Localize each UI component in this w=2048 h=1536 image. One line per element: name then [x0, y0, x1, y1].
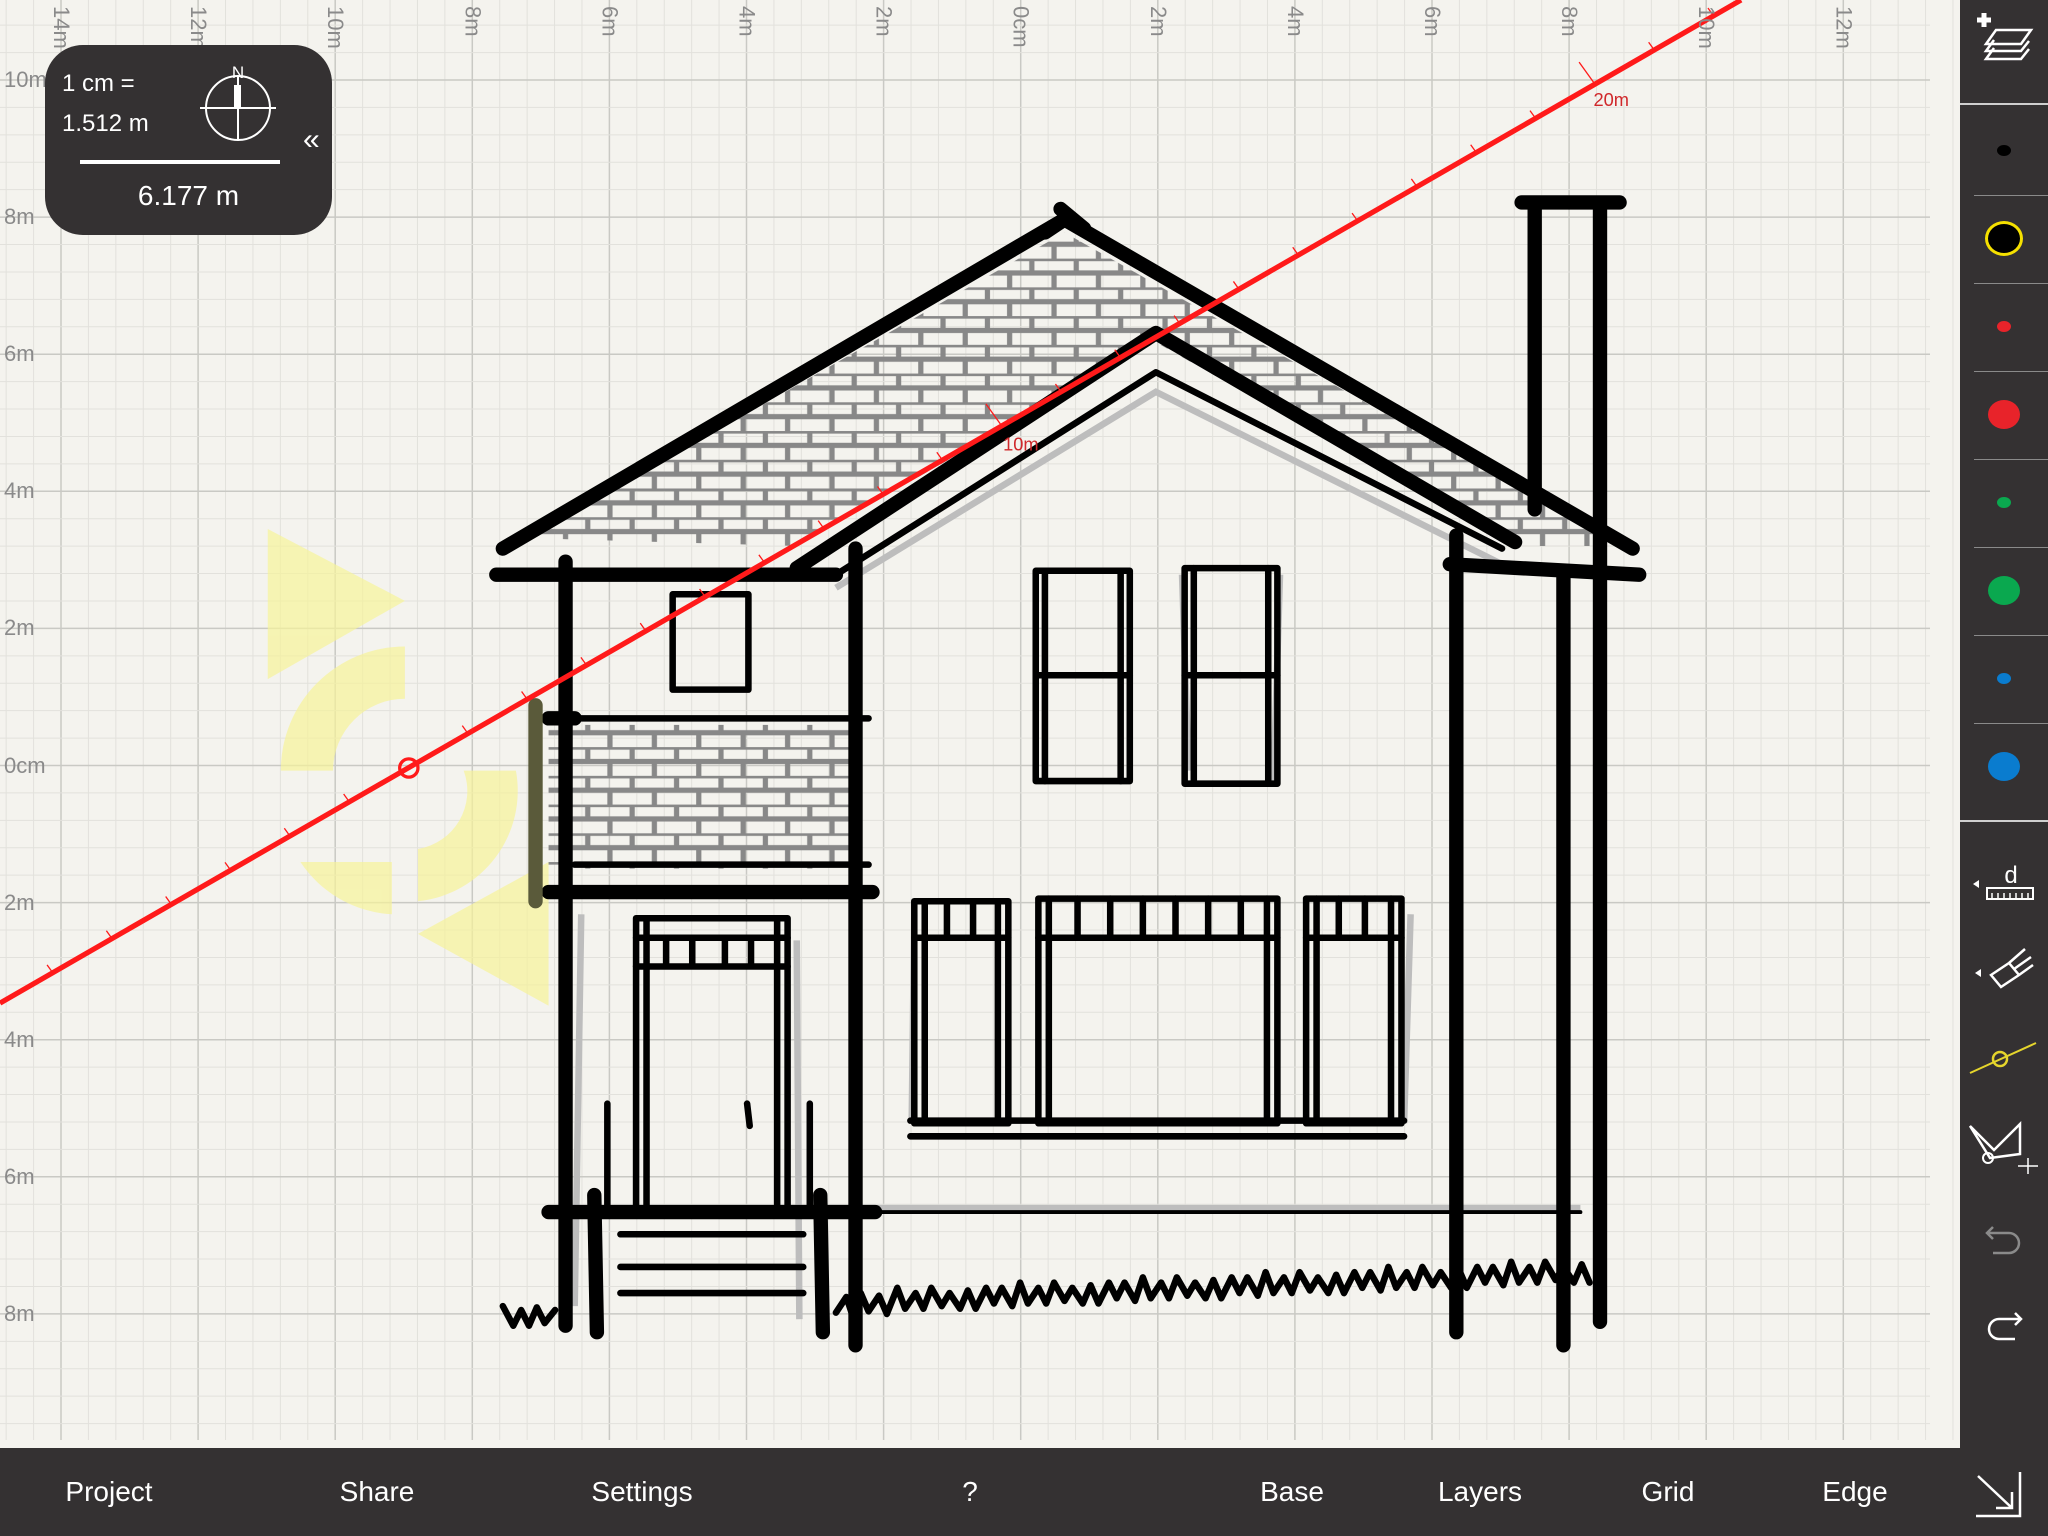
layers-button[interactable]: Layers — [1438, 1476, 1522, 1508]
ruler-top-label: 12m — [186, 6, 212, 49]
brush-small-6[interactable] — [1960, 643, 2048, 713]
toolbar-divider — [1974, 195, 2048, 196]
ruler-top-label: 4m — [734, 6, 760, 37]
eraser-tool-icon — [1975, 948, 2034, 989]
brush-color-swatch — [1988, 751, 2020, 781]
ruler-top-label: 8m — [1557, 6, 1583, 37]
ruler-left-label: 10m — [4, 67, 47, 92]
ruler-top-label: 4m — [1282, 6, 1308, 37]
resize-arrow-icon[interactable] — [1972, 1470, 2028, 1520]
toolbar-divider — [1974, 547, 2048, 548]
toolbar-divider — [1974, 371, 2048, 372]
undo-icon — [1985, 1226, 2021, 1255]
line-tool-button[interactable] — [1960, 1025, 2048, 1091]
toolbar-divider — [1974, 283, 2048, 284]
ruler-left-label: 2m — [4, 889, 35, 915]
ruler-top-label: 2m — [1145, 6, 1171, 37]
brush-large-1[interactable] — [1960, 203, 2048, 273]
ruler-top-label: 8m — [460, 6, 486, 37]
ruler-top-label: 12m — [1831, 6, 1857, 49]
measure-tick — [1578, 61, 1596, 85]
measure-label-10m: 10m — [1003, 434, 1039, 455]
measure-label-20m: 20m — [1593, 89, 1629, 110]
brush-small-0[interactable] — [1960, 115, 2048, 185]
ruler-tool-icon: d — [1973, 862, 2034, 900]
brush-color-swatch — [1997, 320, 2011, 332]
toolbar-divider — [1974, 723, 2048, 724]
toolbar-divider — [1974, 635, 2048, 636]
redo-icon — [1987, 1312, 2023, 1341]
brush-color-swatch — [1985, 220, 2023, 256]
scale-line1: 1 cm = — [62, 70, 135, 97]
ruler-left-label: 6m — [4, 1163, 35, 1189]
compass-icon[interactable]: N — [200, 63, 280, 143]
ruler-left-label: 8m — [4, 1300, 35, 1326]
right-toolbar: d — [1960, 0, 2048, 1448]
ruler-left-label: 6m — [4, 341, 35, 367]
ruler-top-label: 14m — [49, 6, 74, 49]
toolbar-divider — [1960, 820, 2048, 822]
drawing-canvas[interactable]: 10m 20m 14m 12m 10m 8m 6m 4m 2m 0cm 2m 4m 6m 8m 10m 1… — [0, 0, 1960, 1448]
edge-button[interactable]: Edge — [1822, 1476, 1887, 1508]
ruler-top-label: 6m — [1420, 6, 1445, 37]
compass-north-label: N — [232, 63, 244, 82]
grid-button[interactable]: Grid — [1642, 1476, 1695, 1508]
ruler-left-label: 0cm — [4, 752, 46, 778]
share-button[interactable]: Share — [340, 1476, 415, 1508]
settings-button[interactable]: Settings — [591, 1476, 692, 1508]
selection-tool-icon — [1968, 1120, 2038, 1174]
redo-button[interactable] — [1960, 1296, 2048, 1352]
brush-small-4[interactable] — [1960, 467, 2048, 537]
brush-color-swatch — [1988, 575, 2020, 605]
ruler-tool-button[interactable]: d — [1960, 850, 2048, 916]
toolbar-divider — [1960, 103, 2048, 105]
brush-color-swatch — [1997, 496, 2011, 508]
brush-large-7[interactable] — [1960, 731, 2048, 801]
scale-panel: 1 cm = 1.512 m N « 6.177 m — [45, 45, 332, 235]
ruler-d-label: d — [2004, 862, 2017, 889]
collapse-panel-button[interactable]: « — [303, 123, 320, 157]
project-button[interactable]: Project — [65, 1476, 152, 1508]
measured-distance: 6.177 m — [137, 180, 240, 211]
brush-large-3[interactable] — [1960, 379, 2048, 449]
line-tool-icon — [1969, 1042, 2037, 1074]
eraser-tool-button[interactable] — [1960, 940, 2048, 1006]
ruler-top-label: 0cm — [1008, 6, 1034, 48]
toolbar-divider — [1974, 459, 2048, 460]
help-button[interactable]: ? — [962, 1476, 978, 1508]
brush-large-5[interactable] — [1960, 555, 2048, 625]
ruler-left-label: 8m — [4, 204, 35, 230]
brush-color-swatch — [1997, 144, 2011, 156]
undo-button[interactable] — [1960, 1210, 2048, 1266]
add-layer-button[interactable] — [1960, 5, 2048, 85]
add-layer-icon — [1977, 13, 2034, 61]
ruler-top-label: 6m — [597, 6, 623, 37]
ruler-left-label: 2m — [4, 615, 35, 641]
base-button[interactable]: Base — [1260, 1476, 1324, 1508]
brush-color-swatch — [1988, 399, 2020, 429]
selection-tool-button[interactable] — [1960, 1112, 2048, 1188]
ruler-top-label: 2m — [871, 6, 897, 37]
ruler-left-label: 4m — [4, 1026, 35, 1052]
ruler-top-label: 10m — [323, 6, 349, 49]
bottom-bar: Project Share Settings ? Base Layers Gri… — [0, 1448, 2048, 1536]
brush-small-2[interactable] — [1960, 291, 2048, 361]
scale-bar — [80, 160, 280, 164]
ruler-top-label: 10m — [1694, 6, 1720, 49]
ruler-left-label: 4m — [4, 478, 35, 504]
brush-color-swatch — [1997, 672, 2011, 684]
scale-ratio: 1.512 m — [62, 110, 149, 137]
